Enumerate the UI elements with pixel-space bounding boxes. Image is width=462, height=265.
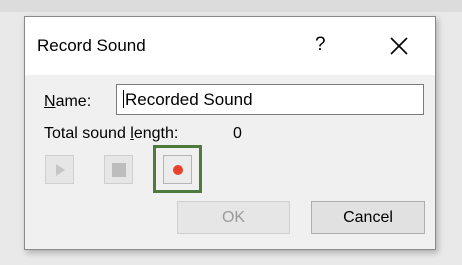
record-button-highlight <box>153 145 202 193</box>
name-label: Name: <box>44 93 91 111</box>
name-label-accelerator: N <box>44 93 56 110</box>
play-icon <box>55 164 65 176</box>
total-length-label-post: ength: <box>133 125 179 142</box>
stop-button[interactable] <box>104 155 133 184</box>
stop-icon <box>111 163 126 177</box>
record-sound-dialog: Record Sound ? Name: Recorded Sound Tota… <box>24 16 436 250</box>
close-icon <box>390 37 408 55</box>
help-button[interactable]: ? <box>315 34 326 56</box>
background-strip <box>0 0 462 12</box>
name-input[interactable]: Recorded Sound <box>116 84 424 115</box>
total-length-label-pre: Total sound <box>44 125 131 142</box>
play-button[interactable] <box>45 155 74 184</box>
ok-button[interactable]: OK <box>177 201 290 234</box>
total-length-value: 0 <box>233 125 242 142</box>
name-input-value: Recorded Sound <box>125 90 253 109</box>
title-bar: Record Sound ? <box>25 17 435 75</box>
name-label-text: ame: <box>55 93 92 110</box>
cancel-button[interactable]: Cancel <box>311 201 425 234</box>
total-length-label: Total sound length: <box>44 125 178 143</box>
dialog-title: Record Sound <box>37 36 146 55</box>
text-caret <box>123 90 124 108</box>
close-button[interactable] <box>387 34 411 58</box>
